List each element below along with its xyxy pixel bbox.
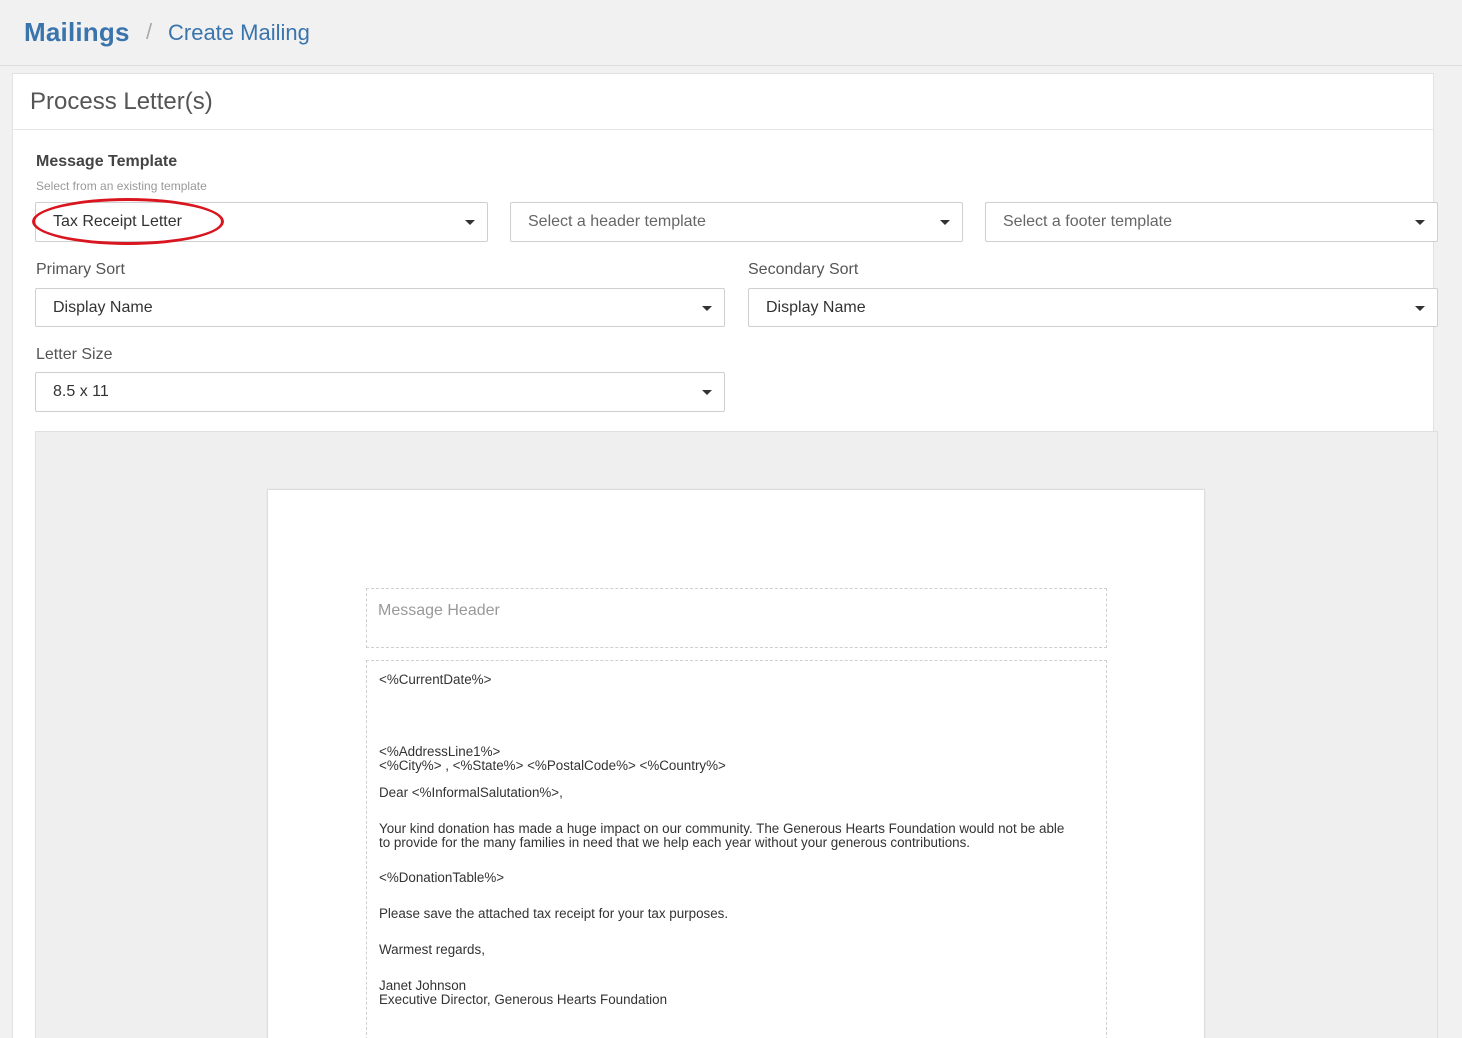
- body-line-signer-name: Janet Johnson: [379, 978, 467, 993]
- message-template-value: Tax Receipt Letter: [53, 213, 182, 230]
- letter-size-value: 8.5 x 11: [53, 383, 109, 400]
- body-line-closing: Warmest regards,: [379, 942, 485, 957]
- message-template-help: Select from an existing template: [36, 179, 207, 193]
- body-line-tax-receipt: Please save the attached tax receipt for…: [379, 906, 729, 921]
- body-line-city-state: <%City%> , <%State%> <%PostalCode%> <%Co…: [379, 758, 726, 773]
- primary-sort-value: Display Name: [53, 299, 153, 316]
- caret-down-icon: [1415, 220, 1425, 225]
- body-line-signer-title: Executive Director, Generous Hearts Foun…: [379, 992, 668, 1007]
- breadcrumb-mailings-link[interactable]: Mailings: [24, 17, 130, 48]
- body-line-paragraph-1: Your kind donation has made a huge impac…: [379, 821, 1065, 836]
- card-header: Process Letter(s): [13, 74, 1433, 130]
- caret-down-icon: [940, 220, 950, 225]
- message-template-select[interactable]: Tax Receipt Letter: [35, 202, 488, 242]
- body-line-paragraph-2: to provide for the many families in need…: [379, 835, 971, 850]
- footer-template-select[interactable]: Select a footer template: [985, 202, 1438, 242]
- caret-down-icon: [702, 306, 712, 311]
- caret-down-icon: [702, 390, 712, 395]
- card-title: Process Letter(s): [30, 88, 213, 115]
- body-line-address: <%AddressLine1%>: [379, 744, 501, 759]
- caret-down-icon: [1415, 306, 1425, 311]
- footer-template-placeholder: Select a footer template: [1003, 213, 1172, 230]
- header-template-placeholder: Select a header template: [528, 213, 706, 230]
- breadcrumb-separator: /: [146, 19, 153, 44]
- caret-down-icon: [465, 220, 475, 225]
- message-body-editor[interactable]: <%CurrentDate%> <%AddressLine1%> <%City%…: [366, 660, 1107, 1038]
- letter-size-label: Letter Size: [36, 346, 113, 363]
- message-template-label: Message Template: [36, 153, 178, 170]
- secondary-sort-select[interactable]: Display Name: [748, 288, 1438, 327]
- header-template-select[interactable]: Select a header template: [510, 202, 963, 242]
- body-line-donation-table: <%DonationTable%>: [379, 870, 505, 885]
- body-line-salutation: Dear <%InformalSalutation%>,: [379, 785, 563, 800]
- primary-sort-label: Primary Sort: [36, 261, 125, 278]
- body-line-current-date: <%CurrentDate%>: [379, 672, 492, 687]
- letter-size-select[interactable]: 8.5 x 11: [35, 372, 725, 412]
- message-header-editor[interactable]: Message Header: [366, 588, 1107, 648]
- primary-sort-select[interactable]: Display Name: [35, 288, 725, 327]
- breadcrumb-create-mailing[interactable]: Create Mailing: [168, 20, 310, 46]
- secondary-sort-label: Secondary Sort: [748, 261, 859, 278]
- message-header-placeholder: Message Header: [378, 602, 500, 619]
- top-bar: Mailings / Create Mailing: [0, 0, 1462, 66]
- secondary-sort-value: Display Name: [766, 299, 866, 316]
